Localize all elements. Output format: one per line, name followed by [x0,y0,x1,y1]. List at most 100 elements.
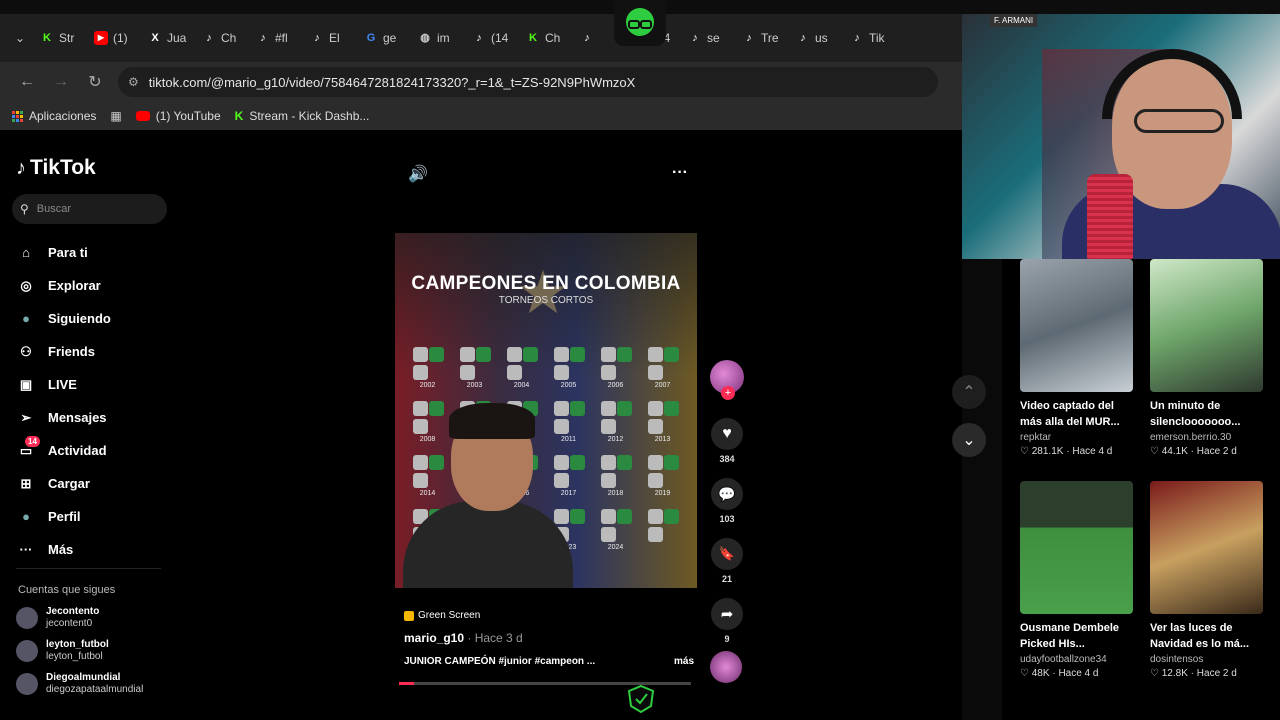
tiktok-icon: ♪ [314,32,320,44]
bookmark-youtube[interactable]: (1) YouTube [135,109,221,123]
share-button[interactable]: ➦ 9 [711,598,743,644]
search-placeholder: Buscar [36,203,72,215]
volume-icon[interactable]: 🔊 [408,164,428,184]
reload-icon[interactable]: ↻ [78,72,112,92]
recommended-user[interactable]: emerson.berrio.30 [1150,432,1266,443]
browser-tab[interactable]: Gge [358,22,410,54]
recommended-video-card[interactable]: Video captado del más alla del MUR... rep… [1020,259,1136,457]
glasses-icon [1134,109,1224,133]
recommended-title: Ver las luces de Navidad es lo má... [1150,622,1250,650]
champion-cell: 2012 [595,399,636,443]
avatar [16,640,38,662]
browser-tab[interactable]: ♪ #fl [250,22,302,54]
back-arrow-icon[interactable]: ← [10,73,44,91]
heart-outline-icon: ♡ [1150,446,1159,457]
nav-item-live[interactable]: ▣ LIVE [16,368,166,401]
search-input[interactable]: ⚲ Buscar [12,194,167,224]
url-field[interactable]: ⚙ tiktok.com/@mario_g10/video/7584647281… [118,67,938,97]
champion-cell: 2005 [548,345,589,389]
streamer-logo-icon [614,0,666,46]
send-icon: ➢ [20,409,32,425]
recommended-user[interactable]: dosintensos [1150,654,1266,665]
nav-item-explorar[interactable]: ◎ Explorar [16,269,166,302]
champion-year: 2002 [419,382,436,389]
following-account[interactable]: leyton_futbol leyton_futbol [16,639,166,663]
nav-item-cargar[interactable]: ⊞ Cargar [16,467,166,500]
champion-cell: 2003 [454,345,495,389]
forward-arrow-icon[interactable]: → [44,73,78,91]
compass-icon: ◎ [20,277,32,293]
tab-list-chevron-icon[interactable]: ⌄ [8,31,32,45]
browser-tab-bar: ⌄ KStr▶(1)XJua♪Ch♪#fl♪ElGge◍im♪(14KCh♪♪(… [0,14,962,62]
follow-plus-icon[interactable]: + [721,386,735,400]
browser-tab[interactable]: ♪ Tik [844,22,896,54]
recommended-video-card[interactable]: Ousmane Dembele Picked HIs... udayfootbal… [1020,481,1136,679]
tiktok-icon: ♪ [800,32,806,44]
browser-tab[interactable]: ◍ im [412,22,464,54]
recommended-stats: ♡ 281.1K · Hace 4 d [1020,446,1113,457]
video-author[interactable]: mario_g10 · Hace 3 d [404,631,694,645]
nav-item-mensajes[interactable]: ➢ Mensajes [16,401,166,434]
save-button[interactable]: 🔖 21 [711,538,743,584]
following-account[interactable]: Diegoalmundial diegozapataalmundial [16,672,166,696]
tiktok-icon: ♪ [692,32,698,44]
home-icon: ⌂ [22,245,30,260]
bookmark-grid[interactable]: ▦ [110,109,121,123]
save-count: 21 [721,574,732,584]
nav-item-perfil[interactable]: ● Perfil [16,500,166,533]
nav-item-m-s[interactable]: ··· Más [16,533,166,566]
more-link[interactable]: más [674,656,694,667]
nav-item-actividad[interactable]: ▭ 14 Actividad [16,434,166,467]
tiktok-icon: ♪ [584,32,590,44]
more-options-icon[interactable]: ··· [672,164,688,184]
like-button[interactable]: ♥ 384 [711,418,743,464]
video-player[interactable]: ★ CAMPEONES EN COLOMBIA TORNEOS CORTOS 2… [395,233,697,588]
browser-tab[interactable]: K Str [34,22,86,54]
recommended-user[interactable]: udayfootballzone34 [1020,654,1136,665]
comment-button[interactable]: 💬 103 [711,478,743,524]
bookmark-aplicaciones[interactable]: Aplicaciones [12,109,96,123]
recommended-video-card[interactable]: Un minuto de silenclooooooo... emerson.be… [1150,259,1266,457]
apps-grid-icon [12,110,23,122]
next-video-button[interactable]: ⌄ [952,423,986,457]
like-count: 384 [719,454,735,464]
search-icon: ⚲ [20,202,29,216]
nav-item-siguiendo[interactable]: ● Siguiendo [16,302,166,335]
nav-item-para-ti[interactable]: ⌂ Para ti [16,236,166,269]
nav-item-friends[interactable]: ⚇ Friends [16,335,166,368]
recommended-title: Ousmane Dembele Picked HIs... [1020,622,1120,650]
browser-tab[interactable]: X Jua [142,22,194,54]
tiktok-note-icon: ♪ [16,156,26,179]
video-thumbnail[interactable] [1020,481,1133,614]
following-account[interactable]: Jecontento jecontent0 [16,606,166,630]
browser-tab[interactable]: ▶ (1) [88,22,140,54]
browser-tab[interactable]: ♪ us [790,22,842,54]
effect-tag[interactable]: Green Screen [404,610,694,621]
browser-tab[interactable]: ♪(14 [466,22,518,54]
champion-cell: 2013 [642,399,683,443]
heart-outline-icon: ♡ [1020,446,1029,457]
video-thumbnail[interactable] [1150,481,1263,614]
browser-tab[interactable]: ♪ se [682,22,734,54]
browser-tab[interactable]: ♪ Ch [196,22,248,54]
address-bar: ← → ↻ ⚙ tiktok.com/@mario_g10/video/7584… [0,62,962,102]
browser-tab[interactable]: ♪ El [304,22,356,54]
browser-tab[interactable]: K Ch [520,22,572,54]
creator-avatar[interactable]: + [710,360,744,400]
bookmark-kick[interactable]: K Stream - Kick Dashb... [235,109,370,123]
champion-cell: 2019 [642,453,683,497]
champion-year: 2012 [607,436,624,443]
previous-video-button[interactable]: ⌃ [952,375,986,409]
recommended-user[interactable]: repktar [1020,432,1136,443]
music-disc-icon[interactable] [710,651,742,683]
video-overlay-title: CAMPEONES EN COLOMBIA [411,273,681,294]
browser-tab[interactable]: ♪ Tre [736,22,788,54]
x-icon: X [151,32,159,44]
video-thumbnail[interactable] [1150,259,1263,392]
recommended-video-card[interactable]: Ver las luces de Navidad es lo má... dosi… [1150,481,1266,679]
video-thumbnail[interactable] [1020,259,1133,392]
video-actions: + ♥ 384 💬 103 🔖 21 ➦ 9 [708,360,746,644]
site-info-icon[interactable]: ⚙ [128,75,139,89]
tiktok-logo[interactable]: ♪ TikTok [16,156,96,180]
tiktok-icon: ♪ [854,32,860,44]
